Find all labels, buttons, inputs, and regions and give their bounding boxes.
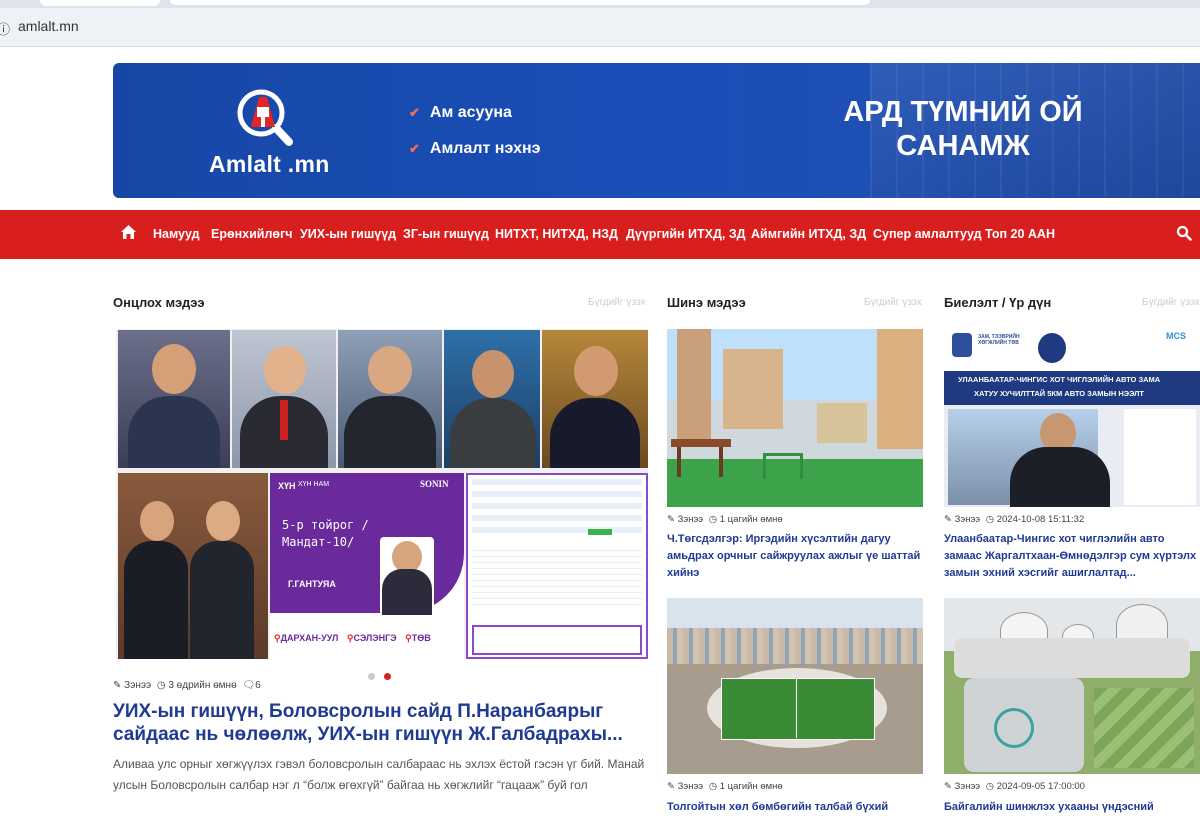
slogan-1-text: Ам асууна (429, 104, 512, 121)
slogan-1: ✔ Ам асууна (409, 104, 512, 122)
home-icon[interactable] (120, 224, 137, 240)
nav-city-council[interactable]: НИТХТ, НИТХД, НЗД (495, 227, 618, 241)
latest-card-2-image[interactable] (667, 598, 923, 774)
featured-title[interactable]: УИХ-ын гишүүн, Боловсролын сайд П.Наранб… (113, 700, 658, 746)
clock-icon: ◷ (156, 680, 166, 691)
nav-top-20[interactable]: Топ 20 ААН (985, 227, 1055, 241)
search-icon[interactable] (1176, 225, 1192, 241)
poster-name: Г.ГАНТУЯА (288, 579, 336, 589)
poster-sonin: SONIN (420, 479, 449, 489)
chrome-divider (0, 46, 1200, 47)
latest-card-2-author[interactable]: Зэнээ (678, 781, 704, 792)
mcs-logo: MCS (1166, 331, 1186, 341)
featured-heading: Онцлох мэдээ (113, 295, 205, 310)
featured-excerpt: Аливаа улс орныг хөгжүүлэх гэвэл боловср… (113, 757, 645, 792)
address-bar[interactable] (0, 8, 1200, 46)
results-see-all[interactable]: Бүгдийг үзэх (1142, 297, 1200, 308)
results-card-1-image[interactable]: ЗАМ, ТЭЭВРИЙН ХӨГЖЛИЙН ТӨВ MCS УЛААНБААТ… (944, 329, 1200, 507)
slider-dot-1[interactable] (368, 673, 375, 680)
slide-photo-5 (542, 330, 648, 468)
latest-card-2-title[interactable]: Толгойтын хөл бөмбөгийн талбай бүхий (667, 799, 925, 816)
org-name: ЗАМ, ТЭЭВРИЙН ХӨГЖЛИЙН ТӨВ (978, 334, 1020, 346)
browser-tab[interactable] (40, 0, 160, 6)
results-card-1-meta: ✎ Зэнээ ◷ 2024-10-08 15:11:32 (944, 514, 1084, 525)
pencil-icon: ✎ (667, 514, 675, 525)
poster-party-brand: ХҮН (278, 481, 296, 491)
magnifier-logo-icon (237, 89, 293, 146)
browser-tab-active[interactable] (170, 0, 870, 5)
latest-card-1-title[interactable]: Ч.Төгсдэлгэр: Иргэдийн хүсэлтийн дагуу а… (667, 531, 925, 582)
slide-photo-2 (232, 330, 336, 468)
latest-card-1-image[interactable] (667, 329, 923, 507)
results-card-2-time: 2024-09-05 17:00:00 (996, 781, 1085, 792)
nav-government-members[interactable]: ЗГ-ын гишүүд (403, 227, 489, 241)
slide-photo-4 (444, 330, 540, 468)
comment-icon: 🗨 (242, 680, 256, 691)
nav-province-council[interactable]: Аймгийн ИТХД, ЗД (751, 227, 866, 241)
featured-meta: ✎ Зэнээ ◷ 3 өдрийн өмнө 🗨6 (113, 680, 261, 691)
nav-district-council[interactable]: Дүүргийн ИТХД, ЗД (626, 227, 746, 241)
results-card-1-title[interactable]: Улаанбаатар-Чингис хот чиглэлийн авто за… (944, 531, 1200, 582)
poster-place-3: ТӨВ (411, 633, 431, 643)
clock-icon: ◷ (985, 514, 995, 525)
nav-parliament-members[interactable]: УИХ-ын гишүүд (300, 227, 396, 241)
slider-dots (368, 667, 400, 685)
featured-author[interactable]: Зэнээ (124, 680, 151, 691)
slide-photo-6 (118, 473, 268, 659)
banner-tagline: АРД ТҮМНИЙ ОЙ САНАМЖ (843, 96, 1083, 162)
latest-card-1-author[interactable]: Зэнээ (678, 514, 704, 525)
featured-comments[interactable]: 6 (255, 680, 261, 691)
pencil-icon: ✎ (944, 514, 952, 525)
check-icon: ✔ (409, 105, 420, 120)
site-banner[interactable]: Amlalt .mn ✔ Ам асууна ✔ Амлалт нэхнэ АРД … (113, 63, 1200, 198)
slide-photo-3 (338, 330, 442, 468)
slogan-2-text: Амлалт нэхнэ (429, 140, 541, 157)
logo-text: Amlalt .mn (209, 151, 330, 177)
url-text[interactable]: amlalt.mn (18, 18, 79, 34)
main-navbar: Намууд Ерөнхийлөгч УИХ-ын гишүүд ЗГ-ын г… (0, 210, 1200, 259)
slide-document (466, 473, 648, 659)
results-heading: Биелэлт / Үр дүн (944, 295, 1052, 310)
featured-time: 3 өдрийн өмнө (168, 680, 237, 691)
latest-see-all[interactable]: Бүгдийг үзэх (864, 297, 922, 308)
latest-card-2-time: 1 цагийн өмнө (719, 781, 783, 792)
results-card-2-meta: ✎ Зэнээ ◷ 2024-09-05 17:00:00 (944, 781, 1085, 792)
slider-dot-2[interactable] (384, 673, 391, 680)
latest-heading: Шинэ мэдээ (667, 295, 746, 310)
pencil-icon: ✎ (944, 781, 952, 792)
check-icon: ✔ (409, 141, 420, 156)
featured-see-all[interactable]: Бүгдийг үзэх (588, 297, 646, 308)
results-card-2-image[interactable] (944, 598, 1200, 774)
nav-parties[interactable]: Намууд (153, 227, 200, 241)
featured-slider[interactable]: ХҮН ХҮН НАМ SONIN 5-р тойрог /Мандат-10/… (116, 329, 648, 659)
results-card-1-time: 2024-10-08 15:11:32 (996, 514, 1085, 525)
poster-place-2: СЭЛЭНГЭ (353, 633, 397, 643)
poster-places: ⚲ДАРХАН-УУЛ ⚲СЭЛЭНГЭ ⚲ТӨВ (274, 633, 431, 643)
poster-party-name: ХҮН НАМ (298, 481, 330, 488)
clock-icon: ◷ (708, 781, 718, 792)
slide-poster: ХҮН ХҮН НАМ SONIN 5-р тойрог /Мандат-10/… (270, 473, 464, 659)
pencil-icon: ✎ (113, 680, 122, 691)
clock-icon: ◷ (985, 781, 995, 792)
results-card-1-author[interactable]: Зэнээ (955, 514, 981, 525)
event-banner-line-1: УЛААНБААТАР-ЧИНГИС ХОТ ЧИГЛЭЛИЙН АВТО ЗА… (958, 375, 1161, 384)
nav-super-promises[interactable]: Супер амлалтууд (873, 227, 982, 241)
site-info-icon[interactable]: ⓘ (0, 19, 10, 38)
pencil-icon: ✎ (667, 781, 675, 792)
poster-mandate: 5-р тойрог /Мандат-10/ (282, 518, 369, 549)
nav-president[interactable]: Ерөнхийлөгч (211, 227, 293, 241)
latest-card-2-meta: ✎ Зэнээ ◷ 1 цагийн өмнө (667, 781, 783, 792)
slogan-2: ✔ Амлалт нэхнэ (409, 140, 541, 158)
poster-place-1: ДАРХАН-УУЛ (280, 633, 339, 643)
latest-card-1-meta: ✎ Зэнээ ◷ 1 цагийн өмнө (667, 514, 783, 525)
results-card-2-title[interactable]: Байгалийн шинжлэх ухааны үндэсний (944, 799, 1200, 816)
event-banner-line-2: ХАТУУ ХУЧИЛТТАЙ 5КМ АВТО ЗАМЫН НЭЭЛТ (974, 389, 1145, 398)
latest-card-1-time: 1 цагийн өмнө (719, 514, 783, 525)
clock-icon: ◷ (708, 514, 718, 525)
results-card-2-author[interactable]: Зэнээ (955, 781, 981, 792)
slide-photo-1 (118, 330, 230, 468)
